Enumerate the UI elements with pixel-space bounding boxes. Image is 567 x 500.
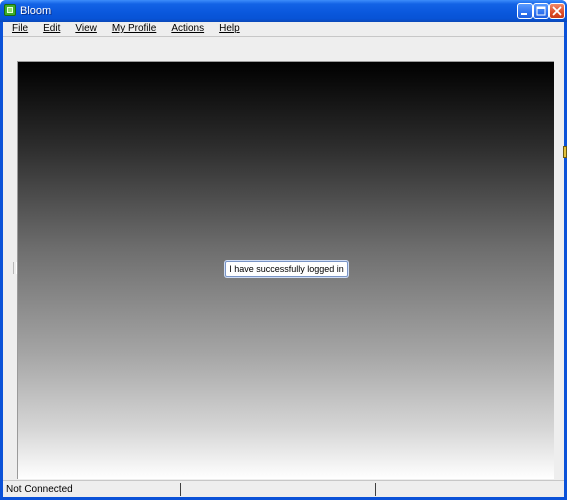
close-button[interactable] bbox=[549, 3, 565, 19]
maximize-button[interactable] bbox=[533, 3, 549, 19]
content-area: I have successfully logged in bbox=[17, 61, 554, 479]
login-status-message: I have successfully logged in bbox=[225, 261, 348, 277]
main-panel: I have successfully logged in bbox=[3, 37, 564, 480]
menu-file[interactable]: File bbox=[12, 23, 28, 35]
menu-edit[interactable]: Edit bbox=[43, 23, 60, 35]
menu-help[interactable]: Help bbox=[219, 23, 240, 35]
minimize-icon bbox=[521, 13, 527, 15]
window-title: Bloom bbox=[20, 5, 52, 17]
application-window: Bloom File Edit View My Profile Actions … bbox=[0, 0, 567, 500]
app-window-icon[interactable] bbox=[4, 4, 16, 16]
minimize-button[interactable] bbox=[517, 3, 533, 19]
menu-my-profile[interactable]: My Profile bbox=[112, 23, 156, 35]
menu-bar: File Edit View My Profile Actions Help bbox=[3, 22, 564, 37]
client-area: File Edit View My Profile Actions Help I… bbox=[3, 22, 564, 497]
close-icon bbox=[552, 6, 562, 16]
title-bar[interactable]: Bloom bbox=[0, 0, 567, 22]
resize-grip-icon[interactable] bbox=[563, 146, 567, 158]
status-divider bbox=[375, 483, 376, 496]
status-bar: Not Connected bbox=[3, 480, 564, 497]
status-divider bbox=[180, 483, 181, 496]
connection-status: Not Connected bbox=[6, 484, 73, 495]
menu-view[interactable]: View bbox=[75, 23, 97, 35]
maximize-icon bbox=[536, 6, 546, 16]
menu-actions[interactable]: Actions bbox=[171, 23, 204, 35]
